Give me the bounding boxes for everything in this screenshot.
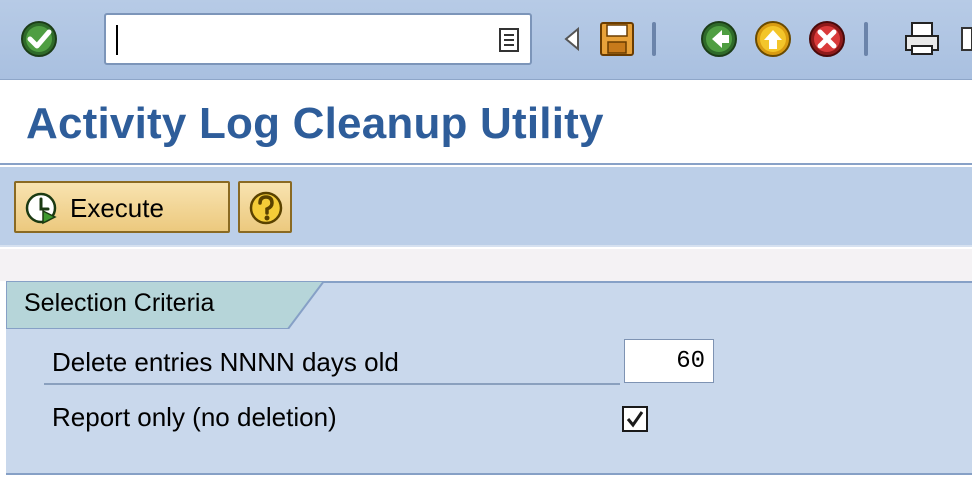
green-back-arrow-icon[interactable]: [698, 18, 740, 60]
system-toolbar: [0, 0, 972, 80]
clock-execute-icon: [25, 192, 57, 225]
spacer: [0, 249, 972, 281]
red-cancel-icon[interactable]: [806, 18, 848, 60]
page-title: Activity Log Cleanup Utility: [26, 99, 604, 148]
question-mark-icon: [249, 191, 283, 225]
execute-label: Execute: [70, 193, 164, 223]
yellow-up-arrow-icon[interactable]: [752, 18, 794, 60]
days-old-input[interactable]: 60: [624, 339, 714, 383]
title-bar: Activity Log Cleanup Utility: [0, 81, 972, 165]
command-field[interactable]: [104, 13, 532, 65]
label-underline: [44, 383, 620, 385]
toolbar-separator: [652, 22, 656, 56]
days-old-label: Delete entries NNNN days old: [52, 347, 399, 377]
report-only-label: Report only (no deletion): [52, 402, 337, 432]
find-icon[interactable]: [956, 18, 972, 60]
footer-space: [0, 477, 972, 498]
dropdown-list-icon[interactable]: [498, 27, 520, 53]
group-tab: Selection Criteria: [6, 281, 326, 329]
text-caret: [116, 25, 118, 55]
report-only-row: Report only (no deletion): [40, 392, 740, 442]
printer-icon[interactable]: [902, 18, 944, 60]
floppy-disk-icon[interactable]: [596, 18, 638, 60]
command-input[interactable]: [114, 21, 474, 59]
help-button[interactable]: [238, 181, 292, 233]
check-mark-icon: [626, 411, 644, 428]
group-title: Selection Criteria: [24, 289, 215, 317]
toolbar-separator: [864, 22, 868, 56]
execute-button[interactable]: Execute: [14, 181, 230, 233]
application-toolbar: Execute: [0, 167, 972, 247]
checkmark-circle-icon[interactable]: [18, 18, 60, 60]
report-only-checkbox[interactable]: [622, 406, 648, 432]
triangle-left-icon[interactable]: [552, 18, 594, 60]
days-old-row: Delete entries NNNN days old 60: [40, 337, 740, 387]
